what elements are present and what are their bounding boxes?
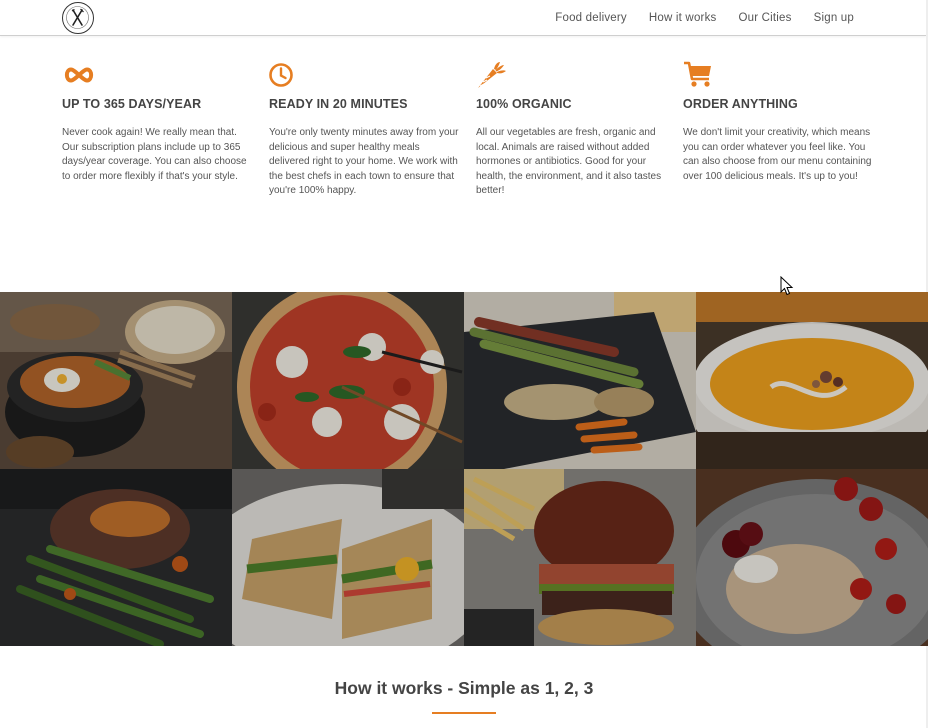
top-navbar: Food delivery How it works Our Cities Si… bbox=[0, 0, 926, 36]
nav-our-cities[interactable]: Our Cities bbox=[738, 12, 791, 24]
infinity-icon bbox=[64, 67, 94, 83]
cart-icon bbox=[684, 61, 711, 87]
feature-text: You're only twenty minutes away from you… bbox=[269, 127, 459, 196]
meals-gallery bbox=[0, 292, 928, 646]
nav-sign-up[interactable]: Sign up bbox=[814, 12, 854, 24]
clock-icon bbox=[269, 63, 293, 87]
sandwich-photo[interactable] bbox=[232, 469, 464, 646]
feature-title: READY IN 20 MINUTES bbox=[269, 97, 408, 111]
nav-how-it-works[interactable]: How it works bbox=[649, 12, 717, 24]
main-nav: Food delivery How it works Our Cities Si… bbox=[555, 0, 854, 36]
feature-text: Never cook again! We really mean that. O… bbox=[62, 127, 247, 182]
asparagus-chicken-photo[interactable] bbox=[464, 292, 696, 469]
feature-365-days: UP TO 365 DAYS/YEAR Never cook again! We… bbox=[62, 60, 252, 184]
feature-organic: 100% ORGANIC All our vegetables are fres… bbox=[476, 60, 666, 199]
feature-text: All our vegetables are fresh, organic an… bbox=[476, 127, 662, 196]
pizza-photo[interactable] bbox=[232, 292, 464, 469]
burger-fries-photo[interactable] bbox=[464, 469, 696, 646]
fork-knife-logo-icon[interactable] bbox=[62, 2, 94, 34]
granola-berries-photo[interactable] bbox=[696, 469, 928, 646]
carrot-icon bbox=[478, 62, 506, 88]
feature-title: UP TO 365 DAYS/YEAR bbox=[62, 97, 202, 111]
feature-order-anything: ORDER ANYTHING We don't limit your creat… bbox=[683, 60, 873, 184]
pumpkin-soup-photo[interactable] bbox=[696, 292, 928, 469]
mouse-cursor-icon bbox=[780, 276, 794, 296]
feature-title: ORDER ANYTHING bbox=[683, 97, 798, 111]
feature-20-minutes: READY IN 20 MINUTES You're only twenty m… bbox=[269, 60, 459, 199]
title-underline bbox=[432, 712, 496, 714]
feature-title: 100% ORGANIC bbox=[476, 97, 572, 111]
feature-text: We don't limit your creativity, which me… bbox=[683, 127, 872, 182]
nav-food-delivery[interactable]: Food delivery bbox=[555, 12, 627, 24]
steak-green-beans-photo[interactable] bbox=[0, 469, 232, 646]
how-it-works-title: How it works - Simple as 1, 2, 3 bbox=[334, 678, 594, 698]
bibimbap-photo[interactable] bbox=[0, 292, 232, 469]
